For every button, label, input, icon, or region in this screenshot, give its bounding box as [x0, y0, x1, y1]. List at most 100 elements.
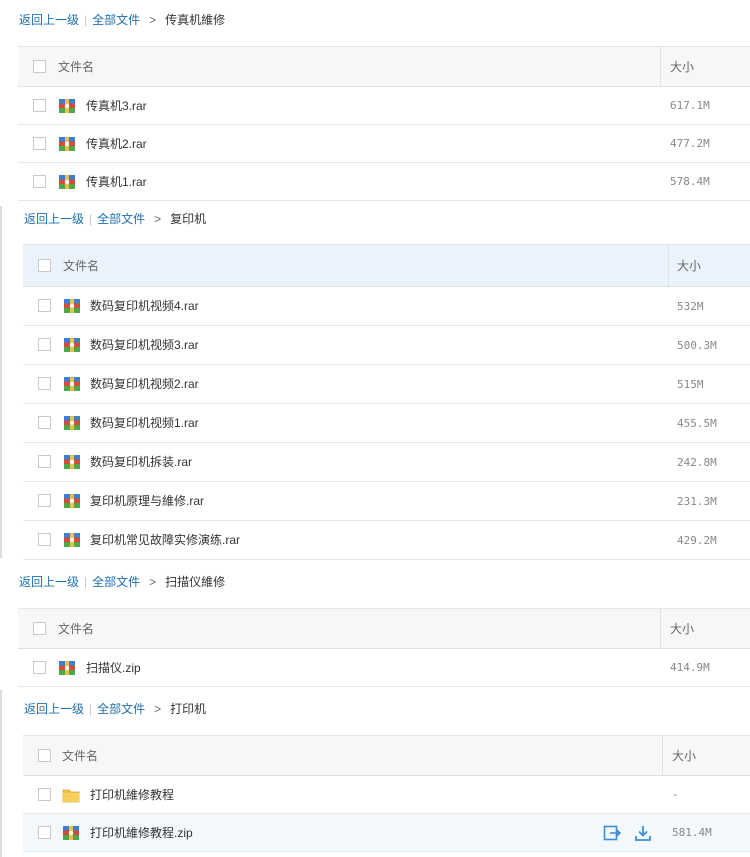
table-row[interactable]: 数码复印机拆装.rar 242.8M [23, 443, 750, 482]
current-folder: 扫描仪維修 [165, 575, 226, 589]
table-header: 文件名 大小 [23, 736, 750, 776]
all-files-link[interactable]: 全部文件 [92, 13, 140, 27]
row-checkbox[interactable] [38, 299, 51, 312]
file-name[interactable]: 数码复印机视频1.rar [90, 404, 199, 443]
file-size: 578.4M [670, 175, 710, 188]
current-folder: 传真机維修 [165, 13, 226, 27]
current-folder: 打印机 [170, 702, 207, 716]
column-size-header[interactable]: 大小 [677, 245, 701, 287]
table-row[interactable]: 复印机原理与維修.rar 231.3M [23, 482, 750, 521]
file-size: 617.1M [670, 99, 710, 112]
section-printer: 返回上一级 | 全部文件 > 打印机 文件名 大小 打印机維修教程 - 打印机維修教程.… [23, 699, 750, 857]
section-copier: 返回上一级 | 全部文件 > 复印机 文件名 大小 数码复印机视频4.rar 532M … [23, 207, 750, 560]
row-checkbox[interactable] [38, 825, 51, 839]
file-name[interactable]: 打印机維修教程.zip [90, 814, 193, 852]
file-size: 581.4M [672, 826, 712, 839]
file-name[interactable]: 数码复印机视频2.rar [90, 365, 199, 404]
table-row[interactable]: 数码复印机视频3.rar 500.3M [23, 326, 750, 365]
column-size-header[interactable]: 大小 [672, 736, 696, 776]
row-checkbox[interactable] [38, 416, 51, 429]
back-link[interactable]: 返回上一级 [24, 702, 84, 716]
file-name[interactable]: 传真机1.rar [86, 163, 147, 201]
table-row[interactable]: 打印机維修教程.zip 581.4M [23, 814, 750, 852]
row-checkbox[interactable] [33, 660, 46, 674]
file-size: 532M [677, 300, 704, 313]
rar-icon [64, 338, 80, 352]
folder-name[interactable]: 打印机維修教程 [90, 776, 174, 814]
file-name[interactable]: 传真机3.rar [86, 87, 147, 125]
select-all-checkbox[interactable] [38, 748, 51, 762]
column-size-header[interactable]: 大小 [670, 609, 694, 649]
row-checkbox[interactable] [33, 174, 46, 188]
left-edge [0, 690, 2, 857]
left-edge [0, 206, 2, 558]
row-checkbox[interactable] [38, 787, 51, 801]
file-name[interactable]: 数码复印机拆装.rar [90, 443, 192, 482]
download-icon[interactable] [634, 824, 652, 842]
file-table: 文件名 大小 数码复印机视频4.rar 532M 数码复印机视频3.rar 50… [23, 244, 750, 560]
column-name-header[interactable]: 文件名 [58, 47, 94, 87]
table-header: 文件名 大小 [18, 47, 750, 87]
table-header: 文件名 大小 [18, 609, 750, 649]
row-checkbox[interactable] [33, 136, 46, 150]
all-files-link[interactable]: 全部文件 [92, 575, 140, 589]
table-row[interactable]: 传真机1.rar 578.4M [18, 163, 750, 201]
row-checkbox[interactable] [38, 338, 51, 351]
row-checkbox[interactable] [38, 533, 51, 546]
rar-icon [64, 299, 80, 313]
breadcrumb: 返回上一级 | 全部文件 > 复印机 [24, 212, 207, 226]
file-name[interactable]: 数码复印机视频4.rar [90, 287, 199, 326]
file-name[interactable]: 复印机常见故障实修演练.rar [90, 521, 240, 560]
table-row[interactable]: 打印机維修教程 - [23, 776, 750, 814]
table-row[interactable]: 数码复印机视频2.rar 515M [23, 365, 750, 404]
rar-icon [64, 533, 80, 547]
file-name[interactable]: 数码复印机视频3.rar [90, 326, 199, 365]
column-name-header[interactable]: 文件名 [62, 736, 98, 776]
file-size: - [672, 788, 679, 801]
column-name-header[interactable]: 文件名 [63, 245, 99, 287]
file-name[interactable]: 扫描仪.zip [86, 649, 141, 687]
breadcrumb: 返回上一级 | 全部文件 > 打印机 [24, 702, 207, 716]
back-link[interactable]: 返回上一级 [19, 575, 79, 589]
row-checkbox[interactable] [38, 377, 51, 390]
file-size: 500.3M [677, 339, 717, 352]
table-row[interactable]: 数码复印机视频1.rar 455.5M [23, 404, 750, 443]
row-checkbox[interactable] [38, 455, 51, 468]
file-size: 414.9M [670, 661, 710, 674]
file-size: 515M [677, 378, 704, 391]
back-link[interactable]: 返回上一级 [19, 13, 79, 27]
select-all-checkbox[interactable] [33, 621, 46, 635]
table-row[interactable]: 传真机2.rar 477.2M [18, 125, 750, 163]
select-all-checkbox[interactable] [38, 258, 51, 272]
table-header: 文件名 大小 [23, 245, 750, 287]
all-files-link[interactable]: 全部文件 [97, 212, 145, 226]
back-link[interactable]: 返回上一级 [24, 212, 84, 226]
table-row[interactable]: 传真机3.rar 617.1M [18, 87, 750, 125]
row-checkbox[interactable] [33, 98, 46, 112]
file-size: 477.2M [670, 137, 710, 150]
rar-icon [59, 136, 75, 151]
file-table: 文件名 大小 扫描仪.zip 414.9M [18, 608, 750, 687]
rar-icon [64, 494, 80, 508]
file-size: 455.5M [677, 417, 717, 430]
file-name[interactable]: 复印机原理与維修.rar [90, 482, 204, 521]
rar-icon [64, 455, 80, 469]
table-row[interactable]: 数码复印机视频4.rar 532M [23, 287, 750, 326]
file-size: 429.2M [677, 534, 717, 547]
file-table: 文件名 大小 打印机維修教程 - 打印机維修教程.zip 581.4M [23, 735, 750, 852]
all-files-link[interactable]: 全部文件 [97, 702, 145, 716]
select-all-checkbox[interactable] [33, 59, 46, 73]
zip-icon [59, 660, 75, 675]
share-icon[interactable] [603, 824, 621, 842]
section-fax: 返回上一级 | 全部文件 > 传真机維修 文件名 大小 传真机3.rar 617.1M … [18, 10, 750, 204]
current-folder: 复印机 [170, 212, 207, 226]
file-name[interactable]: 传真机2.rar [86, 125, 147, 163]
row-checkbox[interactable] [38, 494, 51, 507]
column-size-header[interactable]: 大小 [670, 47, 694, 87]
zip-icon [63, 825, 79, 840]
table-row[interactable]: 扫描仪.zip 414.9M [18, 649, 750, 687]
rar-icon [59, 98, 75, 113]
column-name-header[interactable]: 文件名 [58, 609, 94, 649]
file-size: 231.3M [677, 495, 717, 508]
table-row[interactable]: 复印机常见故障实修演练.rar 429.2M [23, 521, 750, 560]
